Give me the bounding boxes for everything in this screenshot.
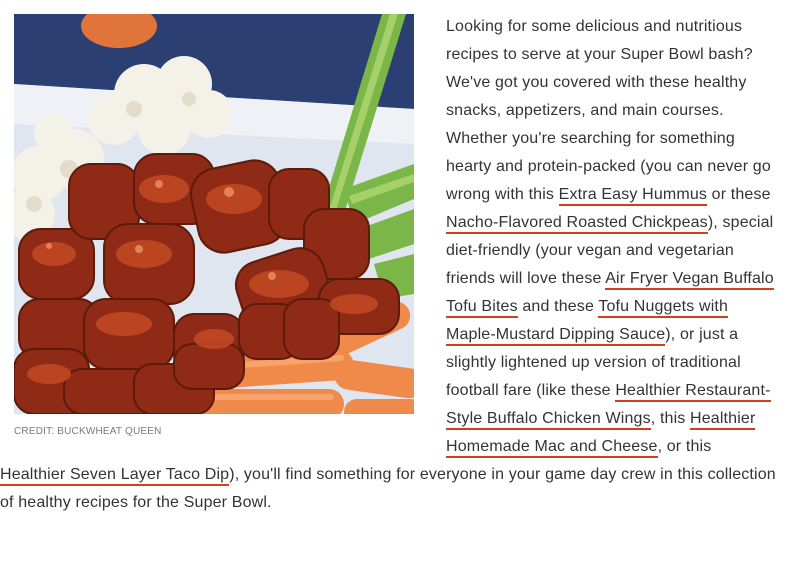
paragraph-text: or these	[707, 186, 771, 203]
figure: CREDIT: BUCKWHEAT QUEEN	[14, 14, 414, 437]
photo-credit: CREDIT: BUCKWHEAT QUEEN	[14, 426, 162, 437]
link-extra-easy-hummus[interactable]: Extra Easy Hummus	[558, 186, 708, 206]
paragraph-text: , or this	[657, 438, 712, 455]
paragraph-text: , this	[650, 410, 691, 427]
link-healthier-seven-layer-taco-dip[interactable]: Healthier Seven Layer Taco Dip	[0, 466, 230, 486]
article-content: CREDIT: BUCKWHEAT QUEEN Looking for some…	[0, 0, 798, 564]
paragraph-text: and these	[517, 298, 599, 315]
link-nacho-flavored-roasted-chickpeas[interactable]: Nacho-Flavored Roasted Chickpeas	[446, 214, 708, 234]
paragraph-text: Looking for some delicious and nutritiou…	[446, 18, 771, 203]
food-photo	[14, 14, 414, 414]
